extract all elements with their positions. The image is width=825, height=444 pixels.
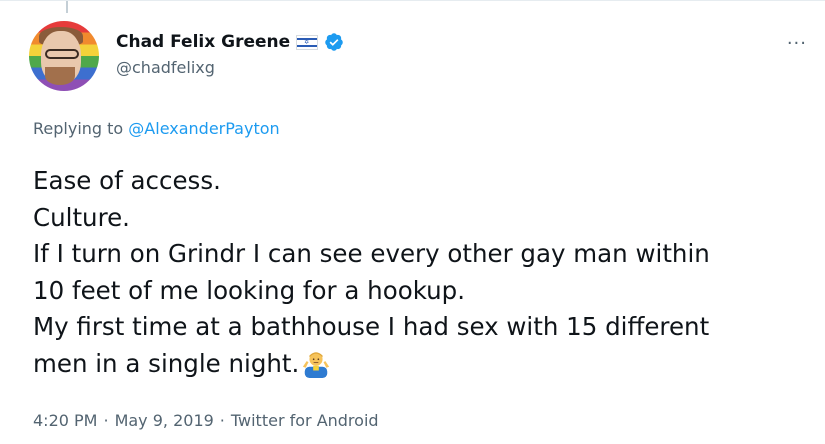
meta-separator: · [219,411,225,430]
tweet-meta: 4:20 PM · May 9, 2019 · Twitter for Andr… [33,411,379,430]
meta-separator: · [103,411,109,430]
more-options-icon[interactable]: ··· [787,33,807,54]
tweet-text: Ease of access. Culture. If I turn on Gr… [33,163,813,382]
profile-avatar[interactable] [29,21,99,91]
reply-target-link[interactable]: @AlexanderPayton [128,119,279,138]
author-display-name[interactable]: Chad Felix Greene [116,32,290,52]
tweet-source[interactable]: Twitter for Android [231,411,379,430]
replying-to: Replying to @AlexanderPayton [33,119,280,138]
israel-flag-icon: ✡ [296,34,319,50]
tweet-line-last: men in a single night. [33,346,813,383]
tweet-date[interactable]: May 9, 2019 [115,411,214,430]
tweet-time[interactable]: 4:20 PM [33,411,97,430]
tweet-line: Culture. [33,202,130,232]
avatar-beard [45,67,75,85]
avatar-glasses [45,49,79,59]
tweet-line-text: men in a single night. [33,348,300,378]
author-name-row[interactable]: Chad Felix Greene ✡ [116,32,344,52]
tweet-line: If I turn on Grindr I can see every othe… [33,239,710,268]
tweet-line: Ease of access. [33,166,221,195]
tweet-line: 10 feet of me looking for a hookup. [33,275,465,305]
thread-connector-line [66,1,68,13]
tweet-card: Chad Felix Greene ✡ @chadfelixg ··· Repl… [0,0,825,444]
man-shrugging-emoji-icon [303,351,330,378]
author-handle[interactable]: @chadfelixg [116,58,215,77]
tweet-line: My first time at a bathhouse I had sex w… [33,312,710,341]
replying-prefix: Replying to [33,119,124,138]
verified-badge-icon [325,33,343,51]
